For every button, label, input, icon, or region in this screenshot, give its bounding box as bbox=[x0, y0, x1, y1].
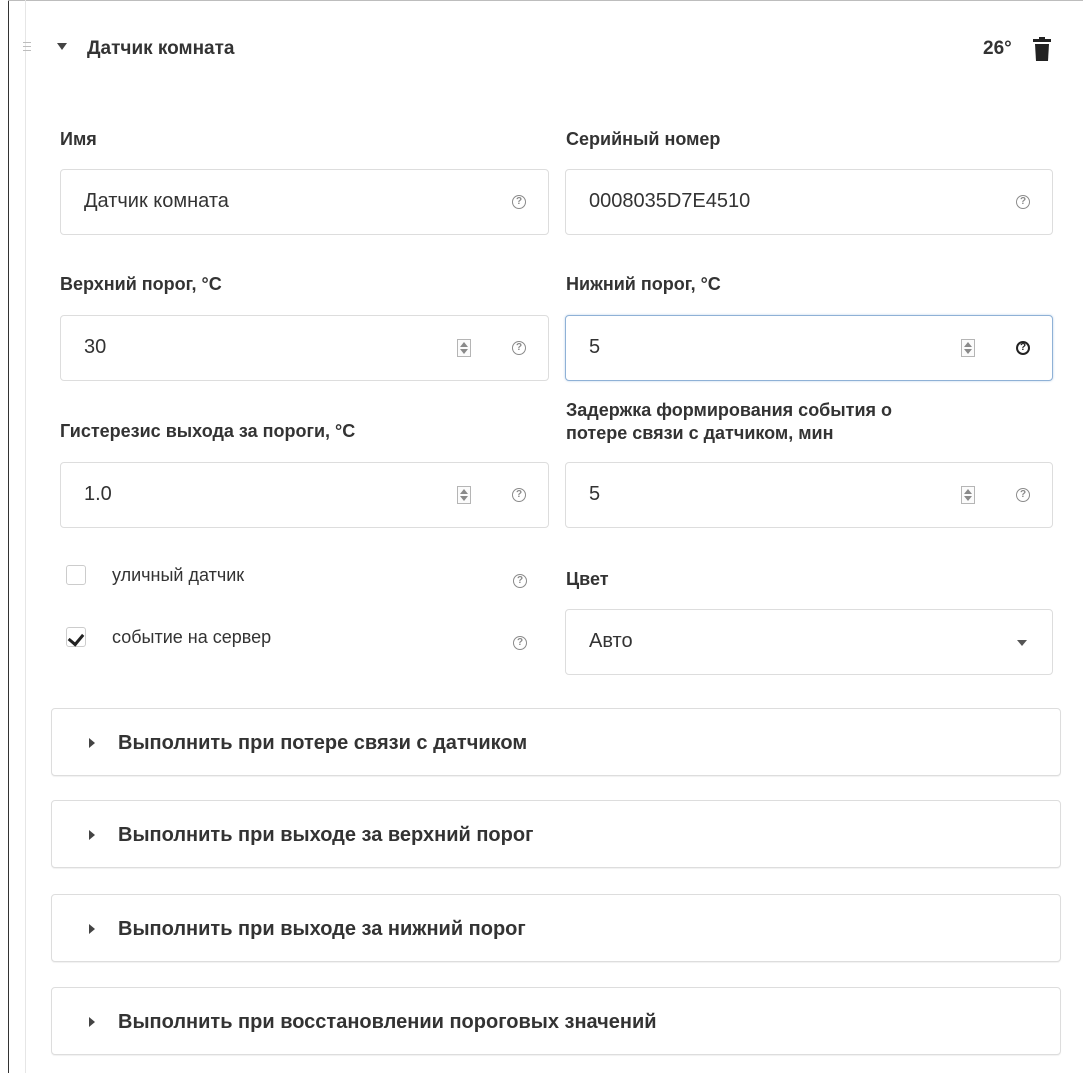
current-temperature: 26° bbox=[983, 38, 1012, 59]
caret-right-icon bbox=[89, 738, 95, 748]
section-upper-threshold[interactable]: Выполнить при выходе за верхний порог bbox=[51, 800, 1061, 868]
chevron-down-icon[interactable] bbox=[1017, 640, 1027, 646]
upper-threshold-label: Верхний порог, °C bbox=[60, 274, 222, 294]
section-threshold-restore[interactable]: Выполнить при восстановлении пороговых з… bbox=[51, 987, 1061, 1055]
caret-right-icon bbox=[89, 924, 95, 934]
name-label: Имя bbox=[60, 129, 97, 149]
server-event-label[interactable]: событие на сервер bbox=[112, 627, 271, 648]
lower-threshold-field[interactable]: 5 ? bbox=[565, 315, 1053, 381]
color-select[interactable]: Авто bbox=[565, 609, 1053, 675]
check-icon bbox=[67, 629, 85, 647]
name-field[interactable]: Датчик комната ? bbox=[60, 169, 549, 235]
hysteresis-field[interactable]: 1.0 ? bbox=[60, 462, 549, 528]
trash-icon[interactable] bbox=[1032, 37, 1052, 61]
help-icon[interactable]: ? bbox=[512, 341, 526, 355]
caret-right-icon bbox=[89, 1017, 95, 1027]
section-lower-threshold[interactable]: Выполнить при выходе за нижний порог bbox=[51, 894, 1061, 962]
name-value: Датчик комната bbox=[84, 190, 229, 212]
color-label: Цвет bbox=[566, 569, 609, 589]
delay-label: Задержка формирования события о потере с… bbox=[566, 399, 892, 445]
serial-value: 0008035D7E4510 bbox=[589, 190, 751, 212]
upper-threshold-value: 30 bbox=[84, 336, 107, 358]
help-icon[interactable]: ? bbox=[512, 488, 526, 502]
hysteresis-label: Гистерезис выхода за пороги, °C bbox=[60, 421, 356, 441]
help-icon[interactable]: ? bbox=[512, 195, 526, 209]
spinner-icon[interactable] bbox=[457, 339, 471, 357]
sensor-title[interactable]: Датчик комната bbox=[87, 38, 235, 60]
help-icon[interactable]: ? bbox=[513, 636, 527, 650]
lower-threshold-label: Нижний порог, °C bbox=[566, 274, 721, 294]
page-top-border bbox=[8, 0, 1083, 1]
lower-threshold-value: 5 bbox=[589, 336, 601, 358]
delay-label-line1: Задержка формирования события о bbox=[566, 400, 893, 420]
outdoor-sensor-label[interactable]: уличный датчик bbox=[112, 565, 244, 586]
section-connection-loss[interactable]: Выполнить при потере связи с датчиком bbox=[51, 708, 1061, 776]
page-left-border bbox=[8, 0, 9, 1073]
spinner-icon[interactable] bbox=[961, 486, 975, 504]
section-title: Выполнить при выходе за верхний порог bbox=[118, 824, 534, 846]
hysteresis-value: 1.0 bbox=[84, 483, 112, 505]
delay-label-line2: потере связи с датчиком, мин bbox=[566, 423, 834, 443]
drag-handle-icon[interactable] bbox=[22, 39, 32, 54]
help-icon[interactable]: ? bbox=[1016, 488, 1030, 502]
color-value: Авто bbox=[589, 630, 633, 652]
caret-right-icon bbox=[89, 830, 95, 840]
section-title: Выполнить при потере связи с датчиком bbox=[118, 732, 528, 754]
server-event-checkbox[interactable] bbox=[66, 627, 86, 647]
help-icon[interactable]: ? bbox=[1016, 341, 1030, 355]
delay-value: 5 bbox=[589, 483, 601, 505]
help-icon[interactable]: ? bbox=[1016, 195, 1030, 209]
help-icon[interactable]: ? bbox=[513, 574, 527, 588]
caret-down-icon[interactable] bbox=[57, 43, 67, 50]
spinner-icon[interactable] bbox=[961, 339, 975, 357]
section-title: Выполнить при восстановлении пороговых з… bbox=[118, 1011, 657, 1033]
panel-left-divider bbox=[25, 0, 26, 1073]
section-title: Выполнить при выходе за нижний порог bbox=[118, 918, 526, 940]
serial-field[interactable]: 0008035D7E4510 ? bbox=[565, 169, 1053, 235]
outdoor-sensor-checkbox[interactable] bbox=[66, 565, 86, 585]
delay-field[interactable]: 5 ? bbox=[565, 462, 1053, 528]
serial-label: Серийный номер bbox=[566, 129, 721, 149]
upper-threshold-field[interactable]: 30 ? bbox=[60, 315, 549, 381]
spinner-icon[interactable] bbox=[457, 486, 471, 504]
